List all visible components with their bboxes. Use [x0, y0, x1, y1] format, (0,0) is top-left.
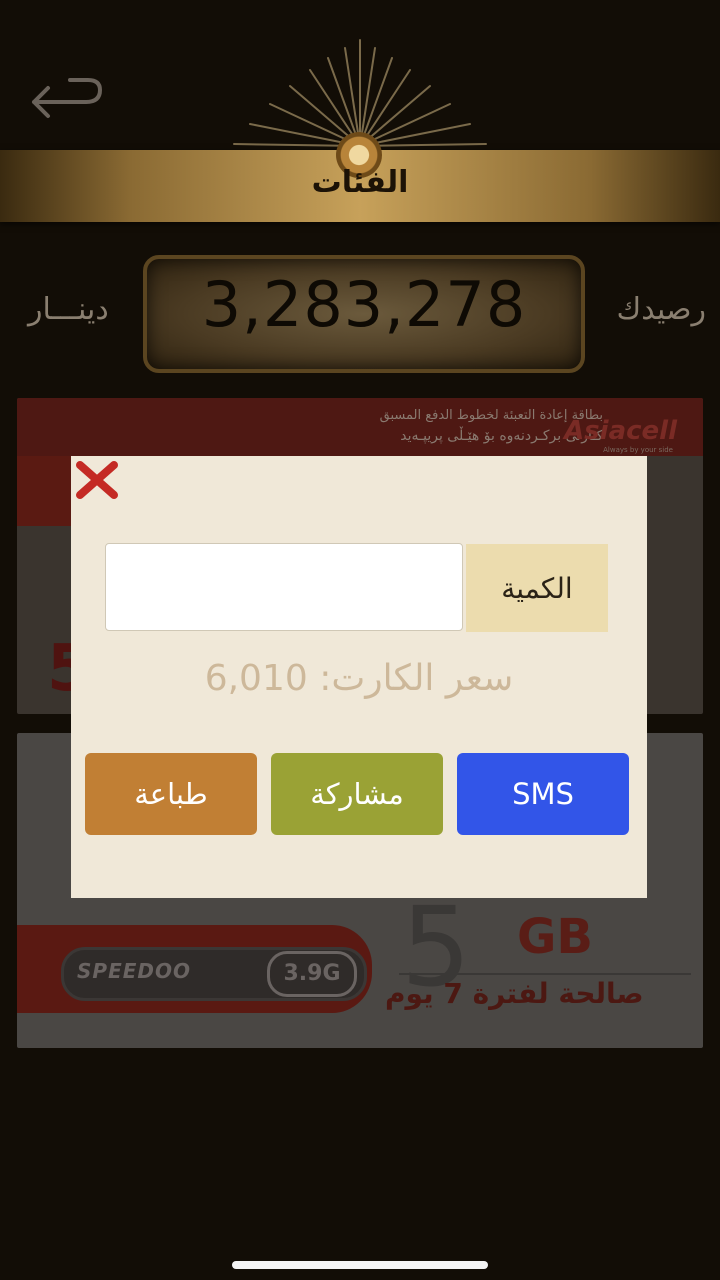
quantity-label: الكمية [466, 544, 608, 632]
close-x-icon[interactable] [74, 461, 120, 499]
card-price-text: سعر الكارت: 6,010 [204, 658, 514, 699]
print-button[interactable]: طباعة [85, 753, 257, 835]
page-title: الفئات [311, 165, 409, 200]
asiacell-tagline: Always by your side [603, 446, 673, 454]
validity-text: صالحة لفترة 7 يوم [385, 977, 644, 1010]
home-indicator[interactable] [232, 1261, 488, 1269]
speedoo-label: SPEEDOO [77, 959, 191, 983]
divider-line [399, 973, 691, 975]
share-button[interactable]: مشاركة [271, 753, 443, 835]
sms-button[interactable]: SMS [457, 753, 629, 835]
currency-label: دينـــار [28, 292, 109, 327]
data-unit: GB [517, 909, 593, 965]
balance-value: 3,283,278 [201, 268, 527, 341]
back-arrow-icon[interactable] [30, 78, 106, 130]
balance-label: رصيدك [616, 292, 707, 327]
quantity-input[interactable] [105, 543, 463, 631]
speedoo-gen: 3.9G [267, 951, 357, 997]
asiacell-logo: Asiacell [564, 416, 677, 446]
